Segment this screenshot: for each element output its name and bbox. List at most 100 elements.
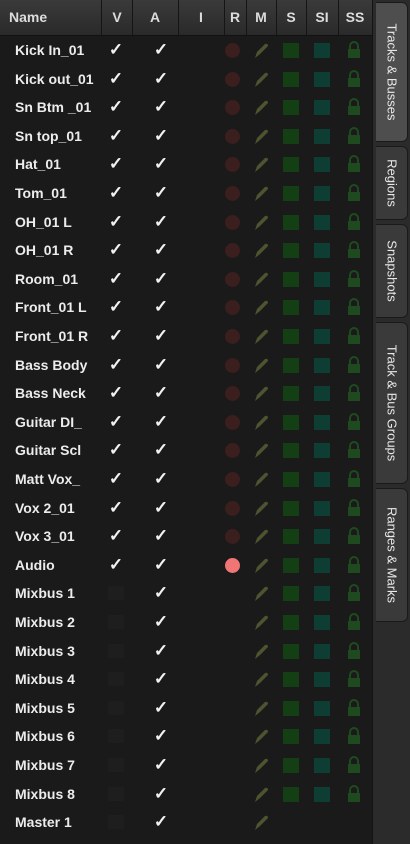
mute-pencil-icon[interactable]	[252, 271, 270, 289]
mute-pencil-icon[interactable]	[252, 500, 270, 518]
solo-button[interactable]	[283, 43, 299, 58]
visible-check-icon[interactable]: ✓	[106, 265, 126, 294]
lock-icon[interactable]	[346, 241, 362, 259]
active-check-icon[interactable]: ✓	[151, 322, 171, 351]
column-header-v[interactable]: V	[102, 0, 133, 35]
active-check-icon[interactable]: ✓	[151, 36, 171, 65]
track-row[interactable]: Mixbus 7 ✓	[0, 751, 372, 780]
track-name[interactable]: Mixbus 3	[15, 637, 103, 666]
visible-checkbox[interactable]	[108, 815, 124, 830]
mute-pencil-icon[interactable]	[252, 671, 270, 689]
visible-checkbox[interactable]	[108, 729, 124, 744]
mute-pencil-icon[interactable]	[252, 643, 270, 661]
track-row[interactable]: Vox 3_01 ✓ ✓	[0, 522, 372, 551]
track-name[interactable]: Front_01 R	[15, 322, 103, 351]
track-row[interactable]: Master 1 ✓	[0, 808, 372, 837]
track-name[interactable]: Mixbus 5	[15, 694, 103, 723]
track-row[interactable]: Vox 2_01 ✓ ✓	[0, 494, 372, 523]
mute-pencil-icon[interactable]	[252, 414, 270, 432]
record-enable-button[interactable]	[225, 329, 240, 344]
solo-isolate-button[interactable]	[314, 386, 330, 402]
lock-icon[interactable]	[346, 155, 362, 173]
track-name[interactable]: Vox 2_01	[15, 494, 103, 523]
solo-isolate-button[interactable]	[314, 557, 330, 573]
lock-icon[interactable]	[346, 527, 362, 545]
solo-isolate-button[interactable]	[314, 615, 330, 630]
track-row[interactable]: Mixbus 3 ✓	[0, 637, 372, 666]
mute-pencil-icon[interactable]	[252, 42, 270, 60]
lock-icon[interactable]	[346, 298, 362, 316]
lock-icon[interactable]	[346, 498, 362, 517]
mute-pencil-icon[interactable]	[252, 214, 270, 232]
mute-pencil-icon[interactable]	[252, 185, 270, 203]
record-enable-button[interactable]	[225, 529, 240, 545]
solo-isolate-button[interactable]	[314, 157, 330, 173]
record-enable-button[interactable]	[225, 128, 240, 144]
track-row[interactable]: Mixbus 2 ✓	[0, 608, 372, 637]
solo-isolate-button[interactable]	[314, 329, 330, 344]
column-header-m[interactable]: M	[246, 0, 277, 35]
solo-button[interactable]	[283, 300, 299, 316]
active-check-icon[interactable]: ✓	[151, 379, 171, 408]
track-row[interactable]: Bass Neck ✓ ✓	[0, 379, 372, 408]
mute-pencil-icon[interactable]	[252, 700, 270, 718]
mute-pencil-icon[interactable]	[252, 757, 270, 775]
solo-isolate-button[interactable]	[314, 357, 330, 373]
mute-pencil-icon[interactable]	[252, 385, 270, 403]
record-enable-button[interactable]	[225, 414, 240, 430]
solo-button[interactable]	[283, 729, 299, 745]
track-row[interactable]: OH_01 R ✓ ✓	[0, 236, 372, 265]
solo-isolate-button[interactable]	[314, 500, 330, 516]
mute-pencil-icon[interactable]	[252, 786, 270, 804]
visible-checkbox[interactable]	[108, 615, 124, 629]
visible-check-icon[interactable]: ✓	[106, 551, 126, 580]
active-check-icon[interactable]: ✓	[151, 179, 171, 208]
active-check-icon[interactable]: ✓	[151, 236, 171, 265]
active-check-icon[interactable]: ✓	[151, 150, 171, 179]
track-row[interactable]: Mixbus 4 ✓	[0, 665, 372, 694]
active-check-icon[interactable]: ✓	[151, 293, 171, 322]
solo-isolate-button[interactable]	[314, 43, 330, 58]
solo-button[interactable]	[283, 157, 299, 173]
visible-checkbox[interactable]	[108, 586, 124, 601]
solo-button[interactable]	[283, 100, 299, 116]
active-check-icon[interactable]: ✓	[151, 494, 171, 523]
track-name[interactable]: Room_01	[15, 265, 103, 294]
sidebar-tab[interactable]: Track & Bus Groups	[376, 322, 408, 484]
mute-pencil-icon[interactable]	[252, 71, 270, 89]
mute-pencil-icon[interactable]	[252, 557, 270, 575]
active-check-icon[interactable]: ✓	[151, 122, 171, 151]
mute-pencil-icon[interactable]	[252, 299, 270, 317]
track-name[interactable]: Audio	[15, 551, 103, 580]
active-check-icon[interactable]: ✓	[151, 722, 171, 751]
record-enable-button[interactable]	[225, 214, 240, 230]
visible-check-icon[interactable]: ✓	[106, 522, 126, 551]
record-enable-button[interactable]	[225, 500, 240, 516]
solo-button[interactable]	[283, 643, 299, 659]
solo-button[interactable]	[283, 357, 299, 373]
visible-check-icon[interactable]: ✓	[106, 65, 126, 94]
solo-isolate-button[interactable]	[314, 786, 330, 802]
solo-isolate-button[interactable]	[314, 414, 330, 430]
visible-check-icon[interactable]: ✓	[106, 179, 126, 208]
column-header-a[interactable]: A	[132, 0, 179, 35]
lock-icon[interactable]	[346, 184, 362, 202]
visible-check-icon[interactable]: ✓	[106, 351, 126, 380]
active-check-icon[interactable]: ✓	[151, 665, 171, 694]
track-name[interactable]: Guitar DI_	[15, 408, 103, 437]
visible-check-icon[interactable]: ✓	[106, 93, 126, 122]
visible-checkbox[interactable]	[108, 786, 124, 801]
record-enable-button[interactable]	[225, 557, 240, 573]
solo-isolate-button[interactable]	[314, 443, 330, 459]
track-name[interactable]: Master 1	[15, 808, 103, 837]
track-row[interactable]: Bass Body ✓ ✓	[0, 351, 372, 380]
mute-pencil-icon[interactable]	[252, 528, 270, 546]
solo-button[interactable]	[283, 443, 299, 459]
record-enable-button[interactable]	[225, 157, 240, 173]
track-name[interactable]: Tom_01	[15, 179, 103, 208]
lock-icon[interactable]	[346, 412, 362, 431]
column-header-i[interactable]: I	[178, 0, 225, 35]
track-row[interactable]: Front_01 R ✓ ✓	[0, 322, 372, 351]
track-row[interactable]: Mixbus 6 ✓	[0, 722, 372, 751]
solo-isolate-button[interactable]	[314, 271, 330, 287]
